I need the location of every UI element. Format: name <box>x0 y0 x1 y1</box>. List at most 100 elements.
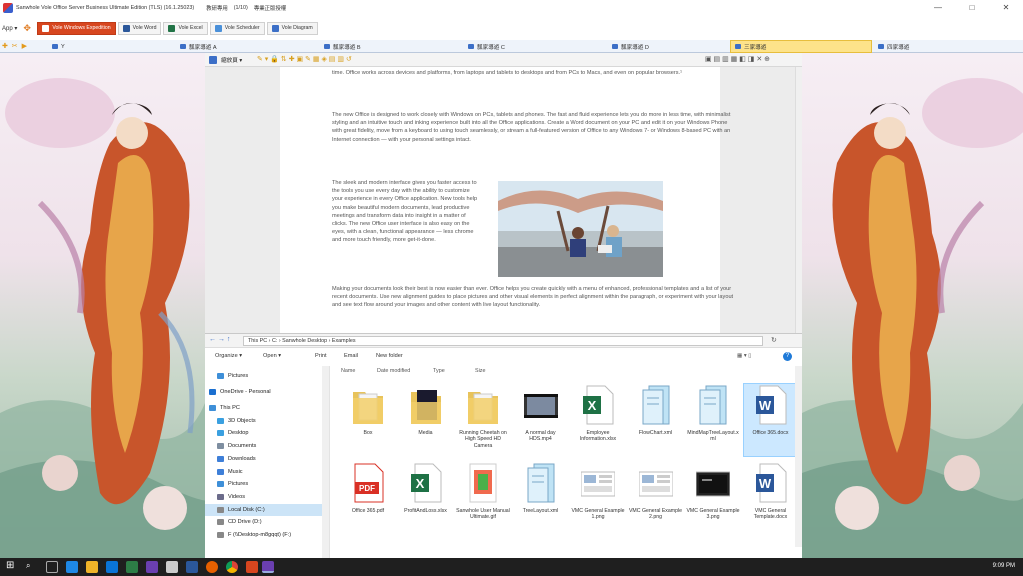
section-tab-three[interactable]: 三家導遊 <box>730 40 872 53</box>
tab-vole-word[interactable]: Vole Word <box>117 21 162 35</box>
nav-item-icon <box>217 455 224 462</box>
document-scrollbar[interactable] <box>795 67 802 333</box>
section-tab-bar: ✚ ✂ ▶ Y 瓢家導遊 A 瓢家導遊 B 瓢家導遊 C 瓢家導遊 D 三家導遊… <box>0 40 1023 53</box>
nav-scrollbar[interactable] <box>322 366 329 559</box>
nav-item[interactable]: This PC <box>205 402 323 414</box>
doc-nav-icon[interactable] <box>209 56 217 64</box>
taskbar-app-icon[interactable] <box>126 561 138 573</box>
nav-item[interactable]: Documents <box>205 440 323 452</box>
nav-item[interactable]: Music <box>205 466 323 478</box>
tab-vole-scheduler[interactable]: Vole Scheduler <box>209 21 265 35</box>
open-button[interactable]: Open ▾ <box>263 353 281 359</box>
file-item[interactable]: VMC General Example 1.png <box>571 462 625 534</box>
section-tab-four[interactable]: 四家導遊 <box>874 40 1023 53</box>
section-tab-a[interactable]: 瓢家導遊 A <box>176 40 331 53</box>
file-item[interactable]: Media <box>399 384 453 456</box>
nav-item[interactable]: 3D Objects <box>205 415 323 427</box>
nav-item[interactable]: F (\\Desktop-m8gqqt) (F:) <box>205 529 323 541</box>
document-canvas[interactable]: document on SkyDrive, and businesses can… <box>205 67 795 333</box>
file-item[interactable]: X ProfitAndLoss.xlsx <box>399 462 453 534</box>
nav-item[interactable]: Downloads <box>205 453 323 465</box>
column-date-modified[interactable]: Date modified <box>377 368 410 378</box>
tab-vole-diagram[interactable]: Vole Diagram <box>266 21 318 35</box>
nav-item[interactable]: OneDrive - Personal <box>205 386 323 398</box>
left-wallpaper-image <box>0 53 205 558</box>
mail-icon[interactable] <box>106 561 118 573</box>
file-name: Running Cheetah on High Speed HD Camera <box>459 430 507 449</box>
chrome-icon[interactable] <box>226 561 238 573</box>
file-item[interactable]: VMC General Example 2.png <box>629 462 683 534</box>
column-name[interactable]: Name <box>341 368 355 378</box>
task-view-icon[interactable] <box>46 561 58 573</box>
doc-paragraph: The new Office is designed to work close… <box>332 112 731 143</box>
organize-button[interactable]: Organize ▾ <box>215 353 242 359</box>
help-icon[interactable]: ? <box>783 352 792 361</box>
word-taskbar-icon[interactable] <box>186 561 198 573</box>
column-type[interactable]: Type <box>433 368 445 378</box>
section-tab-b[interactable]: 瓢家導遊 B <box>320 40 460 53</box>
section-tab-d[interactable]: 瓢家導遊 D <box>608 40 728 53</box>
doc-paragraph: document on SkyDrive, and businesses can… <box>332 67 732 77</box>
nav-item[interactable]: Videos <box>205 491 323 503</box>
print-button[interactable]: Print <box>315 353 327 359</box>
refresh-icon[interactable]: ↻ <box>771 336 777 344</box>
section-tab-c[interactable]: 瓢家導遊 C <box>464 40 604 53</box>
title-info-3: 專業正版授權 <box>253 6 287 12</box>
zoom-dropdown[interactable]: 縮放頁 ▾ <box>221 56 242 64</box>
vole-office-icon[interactable] <box>246 561 258 573</box>
minimize-button[interactable]: — <box>921 0 955 16</box>
section-icon <box>468 44 474 49</box>
file-item[interactable]: Box <box>341 384 395 456</box>
firefox-icon[interactable] <box>206 561 218 573</box>
document-image[interactable] <box>498 181 663 277</box>
visual-studio-icon[interactable] <box>146 561 158 573</box>
file-item[interactable]: TreeLayout.xml <box>514 462 568 534</box>
file-item[interactable]: VMC General Example 3.png <box>686 462 740 534</box>
taskbar-app-icon[interactable] <box>262 561 274 573</box>
view-options-icon[interactable]: ▦ ▾ ▯ <box>737 353 751 359</box>
taskbar-app-icon[interactable] <box>66 561 78 573</box>
section-icon <box>52 44 58 49</box>
nav-item-label: Local Disk (C:) <box>228 506 265 513</box>
nav-item[interactable]: Pictures <box>205 370 323 382</box>
file-item[interactable]: W VMC General Template.docx <box>744 462 798 534</box>
file-list-scrollbar[interactable] <box>795 366 802 547</box>
email-button[interactable]: Email <box>344 353 358 359</box>
excel-file-icon: X <box>409 462 443 504</box>
file-name: ProfitAndLoss.xlsx <box>404 508 447 514</box>
nav-item[interactable]: Desktop <box>205 427 323 439</box>
layout-tools-icon[interactable]: ✚ ✂ ▶ <box>2 42 28 50</box>
file-item[interactable]: PDF Office 365.pdf <box>341 462 395 534</box>
breadcrumb[interactable]: This PC › C: › Sanwhole Desktop › Exampl… <box>243 336 763 346</box>
new-folder-button[interactable]: New folder <box>376 353 403 359</box>
app-menu[interactable]: App ▾ <box>2 25 17 32</box>
taskbar: ⊞ ⌕ 9:09 PM <box>0 558 1023 576</box>
format-tools-icon[interactable]: ✎ ▾ 🔒 ⇅ ✚ ▣ ✎ ▦ ◈ ▤ ▥ ↺ <box>257 55 352 63</box>
document-page[interactable]: document on SkyDrive, and businesses can… <box>280 67 733 333</box>
file-item[interactable]: MindMapTreeLayout.xml <box>686 384 740 456</box>
move-icon[interactable]: ✥ <box>23 23 33 33</box>
close-button[interactable]: ✕ <box>989 0 1023 16</box>
file-item[interactable]: FlowChart.xml <box>629 384 683 456</box>
nav-item[interactable]: Local Disk (C:) <box>205 503 323 516</box>
view-tools-icon[interactable]: ▣ ▤ ▥ ▦ ◧ ◨ ✕ ⊕ <box>705 55 770 63</box>
nav-item[interactable]: Pictures <box>205 478 323 490</box>
navigation-pane: Pictures OneDrive - Personal This PC 3D Obj… <box>205 366 330 559</box>
file-item[interactable]: W Office 365.docx <box>742 383 799 457</box>
nav-item[interactable]: CD Drive (D:) <box>205 516 323 528</box>
taskbar-app-icon[interactable] <box>166 561 178 573</box>
maximize-button[interactable]: □ <box>955 0 989 16</box>
file-item[interactable]: Sanwhole User Manual Ultimate.gif <box>456 462 510 534</box>
file-item[interactable]: Running Cheetah on High Speed HD Camera <box>456 384 510 456</box>
xml-file-icon <box>639 384 673 426</box>
file-item[interactable]: X Employee Information.xlsx <box>571 384 625 456</box>
file-explorer-icon[interactable] <box>86 561 98 573</box>
back-forward-icon[interactable]: ← → ↑ <box>209 336 230 343</box>
tab-vole-excel[interactable]: Vole Excel <box>163 21 208 35</box>
column-size[interactable]: Size <box>475 368 486 378</box>
search-icon[interactable]: ⌕ <box>26 561 30 571</box>
start-icon[interactable]: ⊞ <box>6 560 14 571</box>
file-item[interactable]: A normal day HDS.mp4 <box>514 384 568 456</box>
explorer-command-bar: Organize ▾ Open ▾ Print Email New folder… <box>205 348 802 366</box>
tab-vole-windows-expedition[interactable]: Vole Windows Expedition <box>37 21 116 35</box>
